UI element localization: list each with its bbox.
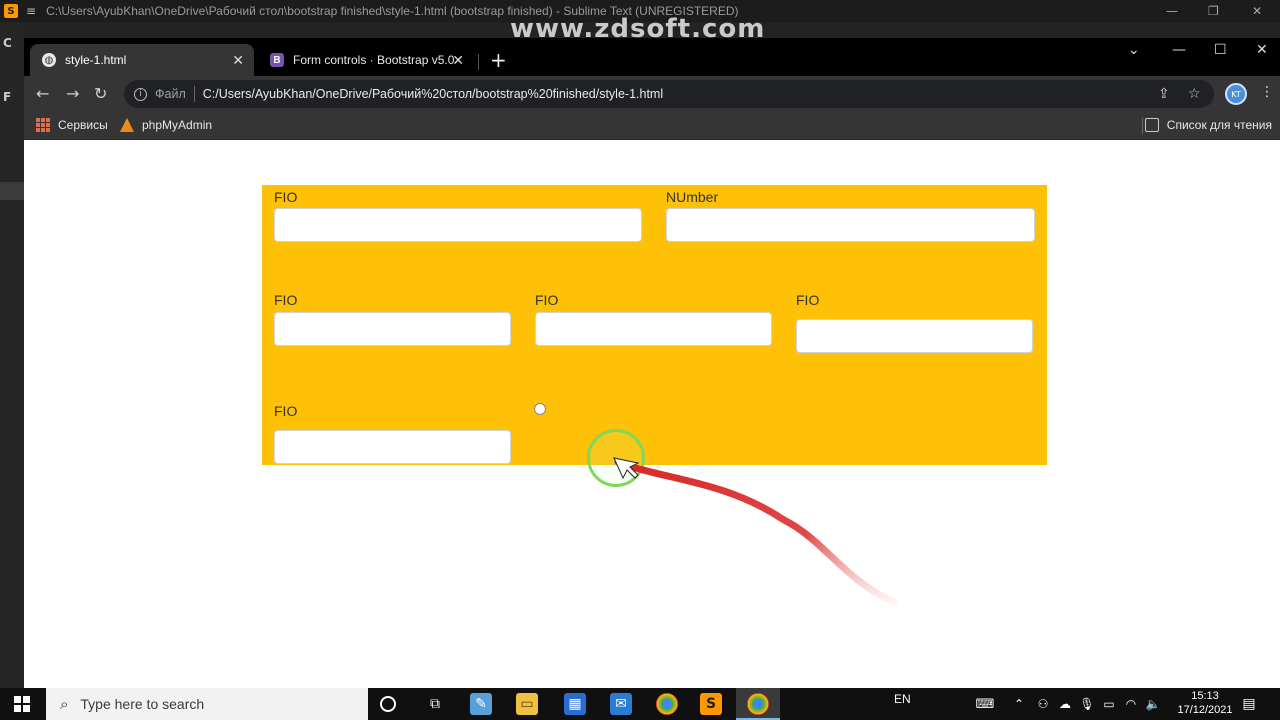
volume-icon[interactable]: 🔈 xyxy=(1142,693,1164,715)
tab-style-1[interactable]: ◍ style-1.html ✕ xyxy=(30,44,254,76)
cloud-icon[interactable]: ☁ xyxy=(1054,693,1076,715)
restore-icon[interactable]: ❐ xyxy=(1208,0,1219,22)
address-bar[interactable]: i Файл C:/Users/AyubKhan/OneDrive/Рабочи… xyxy=(124,80,1214,108)
taskbar-search[interactable]: ⌕ Type here to search xyxy=(46,688,368,720)
forward-arrow-icon[interactable]: → xyxy=(66,84,79,103)
language-indicator[interactable]: EN xyxy=(894,692,911,720)
windows-start-icon[interactable] xyxy=(14,696,30,712)
sidebar-selection xyxy=(0,182,24,200)
bookmark-star-icon[interactable]: ☆ xyxy=(1188,86,1201,102)
share-icon[interactable]: ⇪ xyxy=(1158,86,1170,102)
reading-list-icon xyxy=(1144,118,1159,132)
sublime-text-icon[interactable]: S xyxy=(700,693,722,715)
show-hidden-icon[interactable]: ⌃ xyxy=(1008,693,1030,715)
browser-window: ◍ style-1.html ✕ B Form controls · Boots… xyxy=(24,38,1280,688)
store-icon[interactable]: ▦ xyxy=(564,693,586,715)
tab-search-icon[interactable]: ⌄ xyxy=(1128,42,1140,58)
watermark: www.zdsoft.com xyxy=(510,14,766,44)
apps-grid-icon xyxy=(36,118,50,132)
reload-icon[interactable]: ↻ xyxy=(94,84,107,103)
minimize-icon[interactable]: — xyxy=(1172,42,1186,58)
new-tab-button[interactable]: + xyxy=(490,48,507,72)
wifi-icon[interactable]: ◠ xyxy=(1120,693,1142,715)
minimize-icon[interactable]: — xyxy=(1166,0,1178,22)
bookmark-phpmyadmin[interactable]: phpMyAdmin xyxy=(120,118,212,132)
chrome-icon[interactable] xyxy=(656,693,678,715)
windows-taskbar: ⌕ Type here to search ⧉ ✎ ▭ ▦ ✉ S EN ⌨ ⌃… xyxy=(0,688,1280,720)
file-explorer-icon[interactable]: ▭ xyxy=(516,693,538,715)
scheme-label: Файл xyxy=(155,87,186,101)
task-view-icon[interactable]: ⧉ xyxy=(424,693,446,715)
desktop-screen: S ≡ C:\Users\AyubKhan\OneDrive\Рабочий с… xyxy=(0,0,1280,720)
reading-list-button[interactable]: Список для чтения xyxy=(1144,118,1272,132)
sublime-text-icon: S xyxy=(4,4,18,18)
sidebar-letter: F xyxy=(3,90,12,104)
close-tab-icon[interactable]: ✕ xyxy=(232,52,244,69)
bootstrap-icon: B xyxy=(270,53,284,67)
globe-icon: ◍ xyxy=(42,53,56,67)
cortana-icon[interactable] xyxy=(380,696,396,712)
maximize-icon[interactable]: ☐ xyxy=(1214,42,1227,58)
network-devices-icon[interactable]: ⚇ xyxy=(1032,693,1054,715)
chrome-profile-icon[interactable] xyxy=(747,693,769,715)
bookmarks-bar: Сервисы phpMyAdmin Список для чтения xyxy=(24,112,1280,140)
reading-list-label: Список для чтения xyxy=(1166,118,1272,132)
phpmyadmin-icon xyxy=(120,118,134,132)
microphone-icon[interactable]: 🎙 xyxy=(1076,693,1098,715)
clock-time: 15:13 xyxy=(1191,690,1219,702)
browser-toolbar: ← → ↻ i Файл C:/Users/AyubKhan/OneDrive/… xyxy=(24,76,1280,112)
info-icon[interactable]: i xyxy=(134,87,147,101)
keyboard-icon[interactable]: ⌨ xyxy=(974,693,996,715)
annotation-arrow xyxy=(613,457,898,606)
tab-label: Form controls · Bootstrap v5.0 xyxy=(293,53,455,67)
search-icon: ⌕ xyxy=(60,695,69,713)
sidebar-letter: C xyxy=(3,36,12,50)
bookmark-label: phpMyAdmin xyxy=(142,118,213,132)
profile-avatar[interactable]: KT xyxy=(1225,83,1247,105)
battery-icon[interactable]: ▭ xyxy=(1098,693,1120,715)
tab-label: style-1.html xyxy=(65,53,127,67)
taskbar-clock[interactable]: 15:13 17/12/2021 xyxy=(1172,688,1238,717)
close-window-icon[interactable]: ✕ xyxy=(1256,42,1268,58)
sublime-sidebar: C F xyxy=(0,22,24,692)
tab-separator xyxy=(478,54,479,70)
url-text[interactable]: C:/Users/AyubKhan/OneDrive/Рабочий%20сто… xyxy=(203,87,663,101)
bookmark-label: Сервисы xyxy=(58,118,108,132)
hamburger-menu-icon[interactable]: ≡ xyxy=(26,4,36,18)
search-placeholder: Type here to search xyxy=(80,696,205,712)
page-viewport: FIO NUmber FIO FIO FIO FIO xyxy=(24,140,1280,688)
close-tab-icon[interactable]: ✕ xyxy=(452,52,464,69)
notifications-icon[interactable]: ▤ xyxy=(1238,693,1260,715)
close-icon[interactable]: ✕ xyxy=(1252,0,1262,22)
back-arrow-icon[interactable]: ← xyxy=(36,84,49,103)
tab-form-controls[interactable]: B Form controls · Bootstrap v5.0 ✕ xyxy=(258,44,474,76)
paint-icon[interactable]: ✎ xyxy=(470,693,492,715)
more-menu-icon[interactable]: ⋮ xyxy=(1260,84,1274,100)
mail-icon[interactable]: ✉ xyxy=(610,693,632,715)
clock-date: 17/12/2021 xyxy=(1177,704,1233,716)
address-divider xyxy=(193,86,195,102)
bookmark-divider xyxy=(1142,118,1143,134)
bookmark-services[interactable]: Сервисы xyxy=(36,118,108,132)
